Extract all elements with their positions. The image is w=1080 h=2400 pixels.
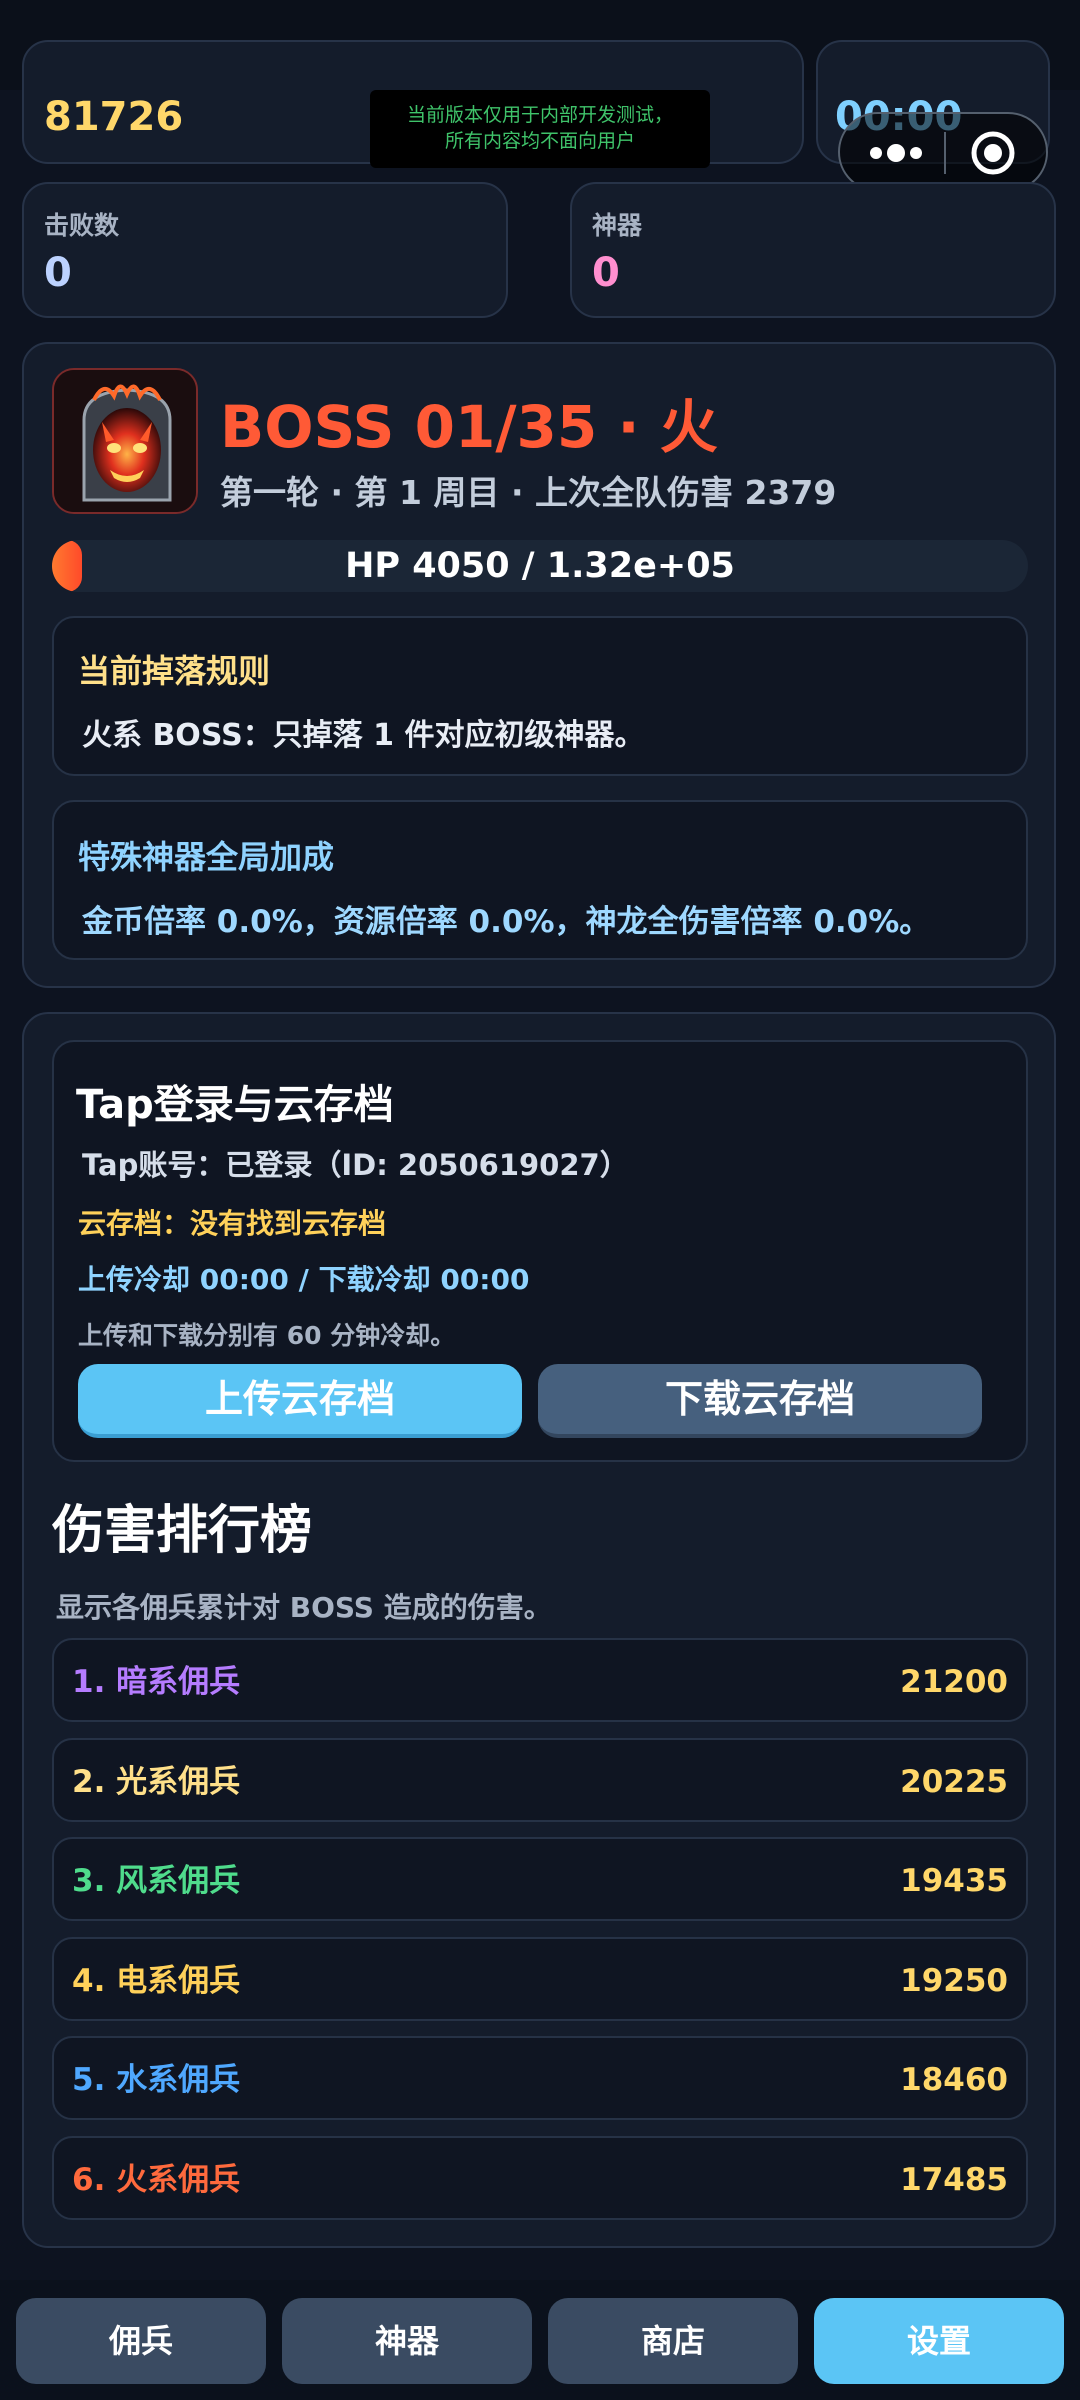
ranking-row-value: 19435 xyxy=(900,1863,1008,1899)
tap-account-status: Tap账号：已登录（ID: 2050619027） xyxy=(82,1148,629,1182)
defeat-count-label: 击败数 xyxy=(44,211,120,240)
dev-notice-line2: 所有内容均不面向用户 xyxy=(444,130,635,152)
upload-cloud-save-button[interactable]: 上传云存档 xyxy=(78,1364,522,1438)
ranking-row-name: 5. 水系佣兵 xyxy=(72,2062,241,2098)
ranking-row-value: 18460 xyxy=(900,2062,1008,2098)
ranking-row: 3. 风系佣兵 19435 xyxy=(52,1837,1028,1921)
boss-title: BOSS 01/35 · 火 xyxy=(220,393,718,461)
fire-demon-icon xyxy=(54,370,196,512)
artifact-count-label: 神器 xyxy=(592,211,643,240)
cloud-save-box: Tap登录与云存档 Tap账号：已登录（ID: 2050619027） 云存档：… xyxy=(52,1040,1028,1462)
global-bonus-box: 特殊神器全局加成 金币倍率 0.0%，资源倍率 0.0%，神龙全伤害倍率 0.0… xyxy=(52,800,1028,960)
drop-rule-text: 火系 BOSS：只掉落 1 件对应初级神器。 xyxy=(82,718,645,753)
cooldown-note: 上传和下载分别有 60 分钟冷却。 xyxy=(78,1321,456,1350)
global-bonus-text: 金币倍率 0.0%，资源倍率 0.0%，神龙全伤害倍率 0.0%。 xyxy=(82,904,931,940)
ranking-row-name: 2. 光系佣兵 xyxy=(72,1764,241,1800)
target-circle-icon[interactable] xyxy=(970,130,1016,176)
drop-rule-box: 当前掉落规则 火系 BOSS：只掉落 1 件对应初级神器。 xyxy=(52,616,1028,776)
defeat-count-card: 击败数 0 xyxy=(22,182,508,318)
capsule-menu xyxy=(838,112,1048,192)
ranking-row-value: 20225 xyxy=(900,1764,1008,1800)
tab-settings[interactable]: 设置 xyxy=(814,2298,1064,2384)
cloud-save-title: Tap登录与云存档 xyxy=(76,1082,394,1128)
boss-hp-text: HP 4050 / 1.32e+05 xyxy=(345,546,735,586)
download-cloud-save-button[interactable]: 下载云存档 xyxy=(538,1364,982,1438)
dev-notice-line1: 当前版本仅用于内部开发测试， xyxy=(406,104,673,126)
boss-subtitle: 第一轮 · 第 1 周目 · 上次全队伤害 2379 xyxy=(220,473,837,512)
ranking-row: 5. 水系佣兵 18460 xyxy=(52,2036,1028,2120)
ranking-row: 2. 光系佣兵 20225 xyxy=(52,1738,1028,1822)
ranking-subtitle: 显示各佣兵累计对 BOSS 造成的伤害。 xyxy=(56,1591,552,1624)
ranking-title: 伤害排行榜 xyxy=(52,1501,313,1561)
ranking-row-value: 19250 xyxy=(900,1963,1008,1999)
more-dots-icon[interactable] xyxy=(860,138,932,168)
drop-rule-title: 当前掉落规则 xyxy=(78,652,271,690)
boss-avatar xyxy=(52,368,198,514)
artifact-count-card: 神器 0 xyxy=(570,182,1056,318)
dev-notice: 当前版本仅用于内部开发测试， 所有内容均不面向用户 xyxy=(370,90,710,168)
boss-hp-bar: HP 4050 / 1.32e+05 xyxy=(52,540,1028,592)
artifact-count-value: 0 xyxy=(592,250,620,296)
ranking-row-name: 3. 风系佣兵 xyxy=(72,1863,241,1899)
ranking-row: 6. 火系佣兵 17485 xyxy=(52,2136,1028,2220)
tab-mercenaries[interactable]: 佣兵 xyxy=(16,2298,266,2384)
capsule-divider xyxy=(944,132,946,174)
ranking-row-value: 17485 xyxy=(900,2162,1008,2198)
score-value: 81726 xyxy=(44,94,184,140)
tab-artifacts[interactable]: 神器 xyxy=(282,2298,532,2384)
ranking-row-name: 1. 暗系佣兵 xyxy=(72,1664,241,1700)
ranking-row: 1. 暗系佣兵 21200 xyxy=(52,1638,1028,1722)
ranking-row-name: 4. 电系佣兵 xyxy=(72,1963,241,1999)
ranking-row: 4. 电系佣兵 19250 xyxy=(52,1937,1028,2021)
cloud-save-status: 云存档：没有找到云存档 xyxy=(78,1207,387,1240)
tab-shop[interactable]: 商店 xyxy=(548,2298,798,2384)
ranking-row-name: 6. 火系佣兵 xyxy=(72,2162,241,2198)
ranking-row-value: 21200 xyxy=(900,1664,1008,1700)
global-bonus-title: 特殊神器全局加成 xyxy=(78,838,335,876)
cooldown-status: 上传冷却 00:00 / 下载冷却 00:00 xyxy=(78,1263,530,1296)
defeat-count-value: 0 xyxy=(44,250,72,296)
